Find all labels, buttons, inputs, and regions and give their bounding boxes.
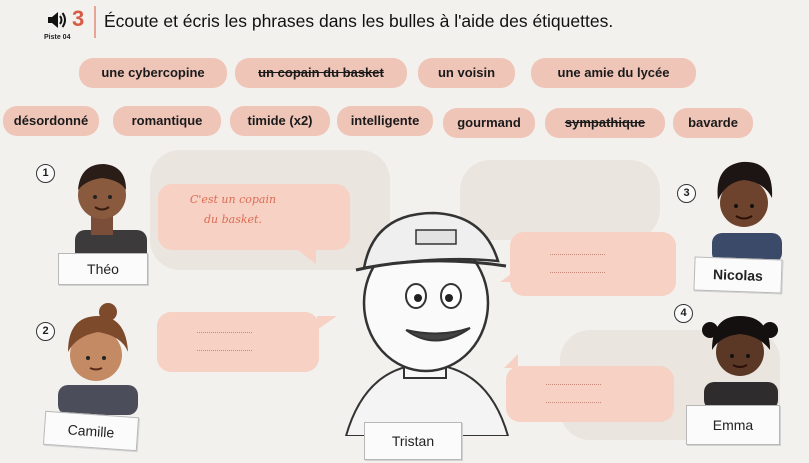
tag-timide[interactable]: timide (x2) [230, 106, 330, 136]
speech-bubble-theo[interactable]: C'est un copain du basket. [158, 184, 350, 264]
name-card-tristan: Tristan [364, 422, 462, 460]
nicolas-illustration [712, 161, 782, 263]
tag-un-copain-du-basket[interactable]: un copain du basket [235, 58, 407, 88]
answer-line [546, 384, 601, 385]
tag-gourmand[interactable]: gourmand [443, 108, 535, 138]
tag-intelligente[interactable]: intelligente [337, 106, 433, 136]
theo-illustration [75, 164, 147, 260]
tag-desordonne[interactable]: désordonné [3, 106, 99, 136]
instruction-text: Écoute et écris les phrases dans les bul… [104, 11, 614, 31]
emma-illustration [702, 316, 778, 410]
answer-line [546, 402, 601, 403]
exercise-number: 3 [72, 6, 85, 31]
audio-speaker-icon[interactable] [46, 10, 68, 30]
tag-romantique[interactable]: romantique [113, 106, 221, 136]
tag-bavarde[interactable]: bavarde [673, 108, 753, 138]
name-card-theo: Théo [58, 253, 148, 285]
example-answer: C'est un copain du basket. [189, 193, 277, 226]
answer-line [197, 350, 252, 351]
name-card-camille: Camille [42, 410, 140, 452]
tristan-illustration [344, 211, 510, 436]
tag-sympathique[interactable]: sympathique [545, 108, 665, 138]
answer-line [550, 254, 605, 255]
track-label: Piste 04 [44, 34, 71, 41]
tag-une-cybercopine[interactable]: une cybercopine [79, 58, 227, 88]
speech-bubble-camille[interactable] [157, 312, 337, 372]
answer-line [197, 332, 252, 333]
tag-une-amie-du-lycee[interactable]: une amie du lycée [531, 58, 696, 88]
exercise-header: 3 Piste 04 Écoute et écris les phrases d… [44, 4, 804, 44]
number-badge-1: 1 [36, 164, 55, 183]
name-card-emma: Emma [686, 405, 780, 445]
divider [94, 6, 96, 38]
number-badge-3: 3 [677, 184, 696, 203]
answer-line [550, 272, 605, 273]
camille-illustration [58, 303, 138, 415]
tag-un-voisin[interactable]: un voisin [418, 58, 515, 88]
name-card-nicolas: Nicolas [693, 256, 783, 294]
speech-bubble-nicolas[interactable] [500, 232, 676, 296]
speech-bubble-emma[interactable] [504, 354, 674, 422]
number-badge-4: 4 [674, 304, 693, 323]
